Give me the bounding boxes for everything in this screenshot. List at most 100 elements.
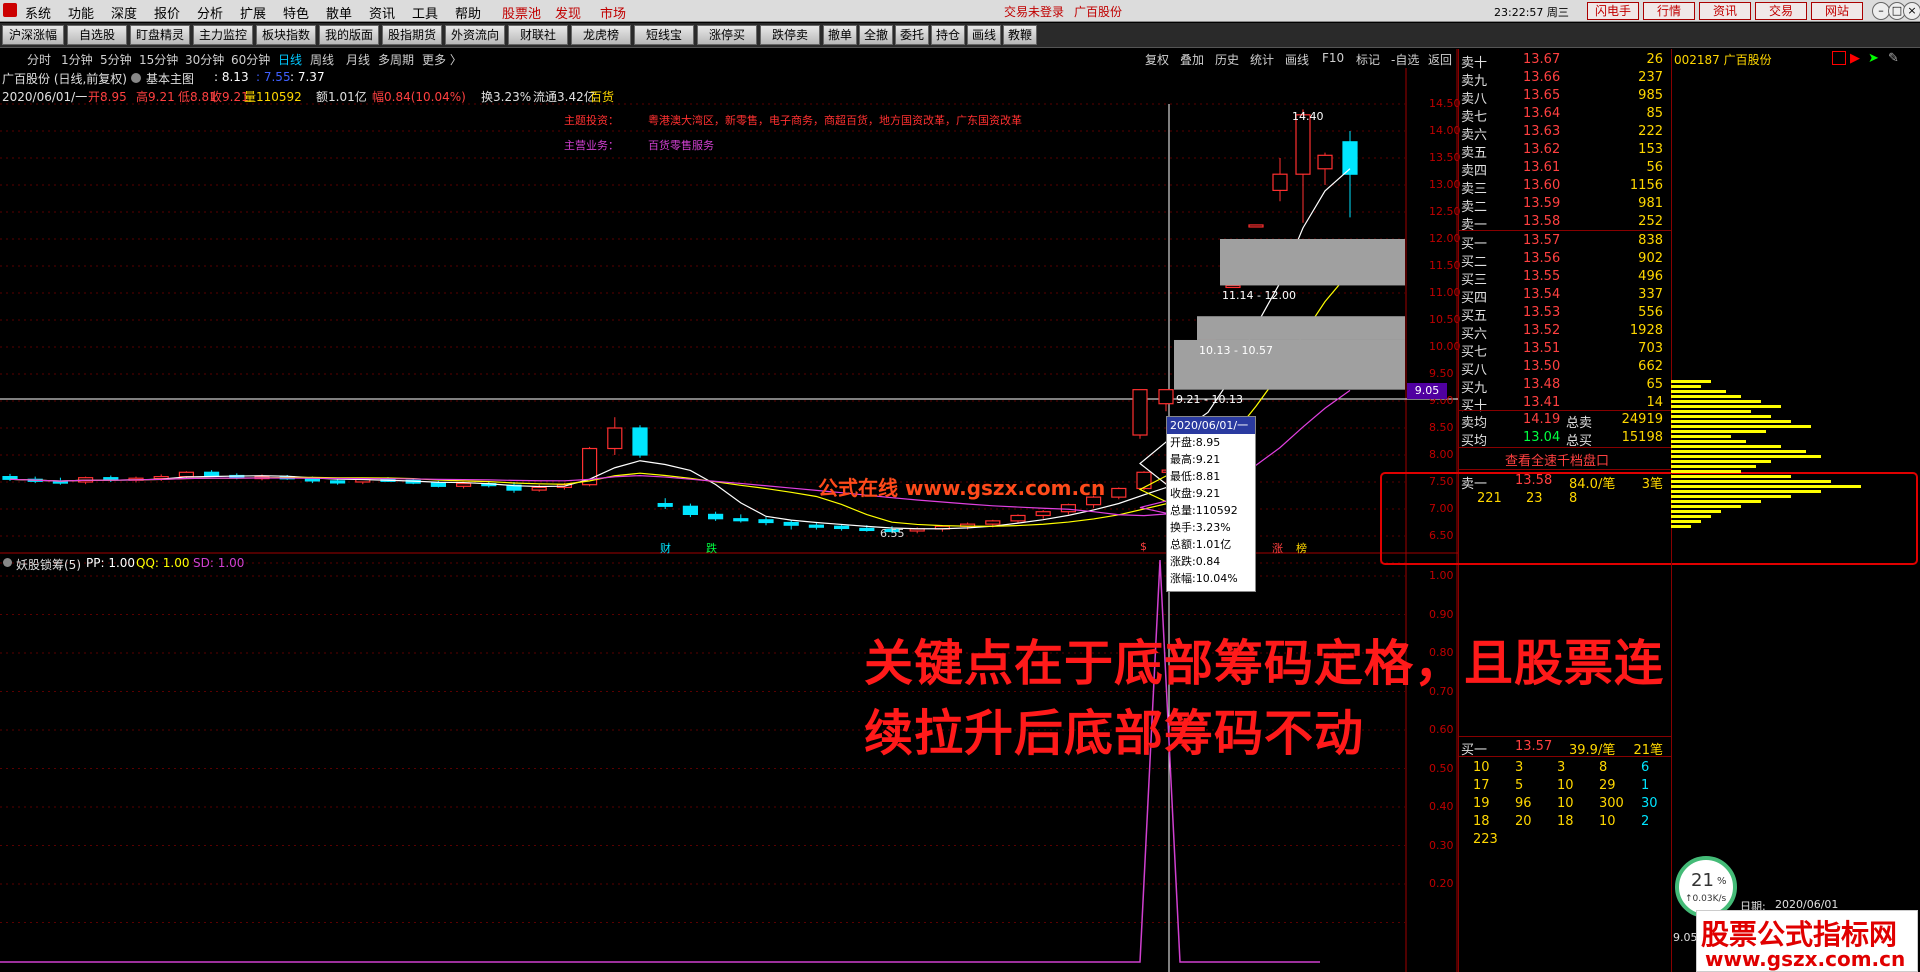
chip-distribution-bar — [1671, 505, 1741, 508]
network-widget[interactable]: 21 % ↑0.03K/s — [1675, 856, 1737, 918]
sd-value: SD: 1.00 — [193, 556, 245, 570]
candle-body[interactable] — [833, 525, 850, 530]
level-price: 13.51 — [1523, 341, 1561, 356]
sell-level-row[interactable]: 卖八 13.65 985 — [1459, 87, 1671, 107]
candle-body[interactable] — [1317, 154, 1333, 170]
sell-level-row[interactable]: 卖十 13.67 26 — [1459, 51, 1671, 71]
moving-average-line — [9, 389, 1351, 517]
buy-level-row[interactable]: 买三 13.55 496 — [1459, 268, 1671, 288]
cursor-icon[interactable]: ➤ — [1868, 51, 1879, 66]
day-turnover: 换3.23% — [481, 90, 532, 104]
sell-level-row[interactable]: 卖五 13.62 153 — [1459, 141, 1671, 161]
candle-body[interactable] — [1136, 471, 1152, 490]
low-price-label: 6.55 — [880, 527, 905, 540]
day-amount: 额1.01亿 — [316, 90, 367, 104]
buy-level-row[interactable]: 买四 13.54 337 — [1459, 286, 1671, 306]
chip-distribution-chart — [1671, 380, 1861, 528]
candle-body[interactable] — [330, 480, 346, 484]
queue-value: 3 — [1515, 760, 1524, 775]
news-button[interactable]: 资讯 — [1699, 2, 1751, 20]
candle-body[interactable] — [1225, 284, 1241, 289]
trade-button[interactable]: 交易 — [1755, 2, 1807, 20]
settings-icon[interactable] — [3, 558, 12, 567]
candle-body[interactable] — [707, 513, 724, 520]
candle-body[interactable] — [733, 518, 749, 522]
level-price: 13.66 — [1523, 70, 1561, 85]
buy-level-row[interactable]: 买七 13.51 703 — [1459, 340, 1671, 360]
chip-distribution-bar — [1671, 430, 1766, 433]
candle-body[interactable] — [682, 505, 699, 515]
candle-body[interactable] — [1010, 514, 1026, 522]
candle-body[interactable] — [1035, 511, 1051, 517]
candle-body[interactable] — [1060, 504, 1077, 513]
candle-body[interactable] — [531, 486, 547, 491]
candle-body[interactable] — [430, 482, 446, 487]
candle-body[interactable] — [632, 427, 648, 456]
candle-body[interactable] — [1111, 487, 1127, 498]
axis-tick: 10.00 — [1429, 340, 1461, 353]
event-marker[interactable]: 财 — [660, 540, 671, 556]
flash-trade-button[interactable]: 闪电手 — [1587, 2, 1639, 20]
sell-level-row[interactable]: 卖九 13.66 237 — [1459, 69, 1671, 89]
network-percent: 21 — [1691, 870, 1714, 891]
full-depth-link[interactable]: 查看全速千档盘口 — [1505, 450, 1609, 469]
candle-body[interactable] — [808, 524, 825, 528]
settings-icon[interactable] — [131, 73, 141, 83]
candle-body[interactable] — [607, 427, 623, 450]
axis-tick: 12.00 — [1429, 232, 1461, 245]
arrow-icon[interactable]: ▶ — [1850, 51, 1860, 66]
event-marker[interactable]: 榜 — [1296, 540, 1307, 556]
level-price: 13.62 — [1523, 142, 1561, 157]
candle-body[interactable] — [178, 471, 194, 478]
buy-level-row[interactable]: 买八 13.50 662 — [1459, 358, 1671, 378]
indicator-name[interactable]: 基本主图 — [146, 70, 194, 87]
market-button[interactable]: 行情 — [1643, 2, 1695, 20]
queue-value: 2 — [1641, 814, 1650, 829]
buy-level-row[interactable]: 买六 13.52 1928 — [1459, 322, 1671, 342]
sell-level-row[interactable]: 卖六 13.63 222 — [1459, 123, 1671, 143]
level-volume: 222 — [1638, 124, 1663, 139]
candle-body[interactable] — [304, 478, 320, 482]
candle-body[interactable] — [204, 471, 220, 477]
flag-icon[interactable] — [1832, 51, 1846, 65]
candle-body[interactable] — [1272, 173, 1288, 191]
level-volume: 556 — [1638, 305, 1663, 320]
sub-indicator-name[interactable]: 妖股锁筹(5) — [16, 556, 81, 573]
chip-distribution-bar — [1671, 420, 1791, 423]
buy-level-row[interactable]: 买二 13.56 902 — [1459, 250, 1671, 270]
sell-level-row[interactable]: 卖四 13.61 56 — [1459, 159, 1671, 179]
pin-icon[interactable]: ✎ — [1888, 51, 1899, 66]
level-volume: 65 — [1646, 377, 1663, 392]
candle-body[interactable] — [985, 520, 1001, 525]
candle-body[interactable] — [456, 483, 472, 487]
price-tag: 9.05 — [1407, 383, 1447, 399]
sell-level-row[interactable]: 卖三 13.60 1156 — [1459, 177, 1671, 197]
sell-level-row[interactable]: 卖二 13.59 981 — [1459, 195, 1671, 215]
candle-body[interactable] — [657, 503, 673, 507]
candle-body[interactable] — [1295, 114, 1311, 175]
event-marker[interactable]: 涨 — [1272, 540, 1283, 556]
website-button[interactable]: 网站 — [1811, 2, 1863, 20]
day-close: 收9.21 — [210, 90, 249, 104]
chip-distribution-bar — [1671, 485, 1861, 488]
sell-level-row[interactable]: 卖一 13.58 252 — [1459, 213, 1671, 233]
queue-value: 29 — [1599, 778, 1616, 793]
candle-body[interactable] — [859, 527, 875, 532]
buy-level-row[interactable]: 买一 13.57 838 — [1459, 232, 1671, 252]
candle-body[interactable] — [1158, 389, 1174, 405]
sell-level-row[interactable]: 卖七 13.64 85 — [1459, 105, 1671, 125]
axis-tick: 11.00 — [1429, 286, 1461, 299]
candle-body[interactable] — [758, 519, 774, 524]
event-marker[interactable]: $ — [1140, 540, 1147, 553]
buy-level-row[interactable]: 买五 13.53 556 — [1459, 304, 1671, 324]
buy-level-row[interactable]: 买九 13.48 65 — [1459, 376, 1671, 396]
queue-value: 6 — [1641, 760, 1650, 775]
chip-distribution-bar — [1671, 495, 1791, 498]
close-icon[interactable]: × — [1903, 2, 1920, 20]
candle-body[interactable] — [783, 521, 799, 526]
candle-body[interactable] — [1248, 224, 1264, 228]
event-marker[interactable]: 跌 — [706, 540, 717, 556]
queue-value: 8 — [1599, 760, 1608, 775]
divider — [1459, 469, 1671, 470]
candle-body[interactable] — [1132, 389, 1148, 436]
